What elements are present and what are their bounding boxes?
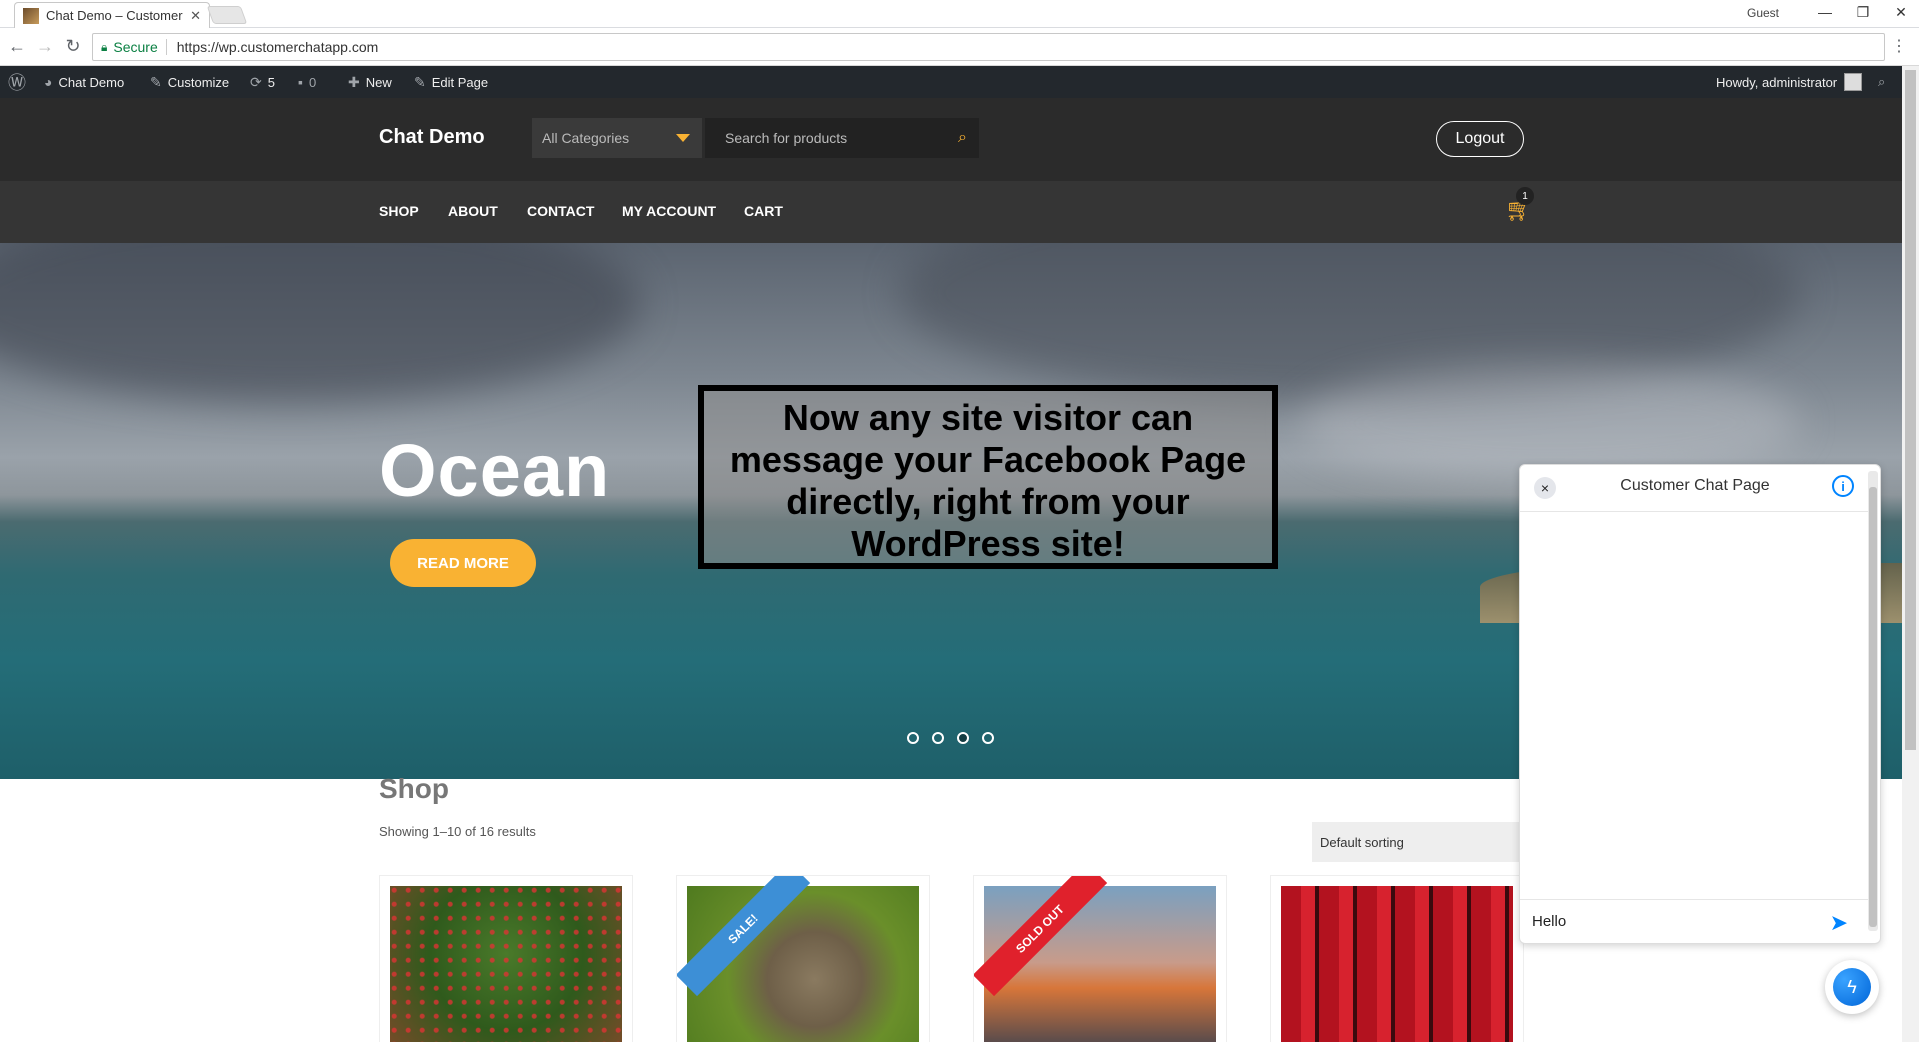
wordpress-logo-icon[interactable]: Ⓦ [8,66,26,98]
brush-icon: ✎ [150,73,162,90]
admin-customize-label: Customize [167,74,230,90]
main-menu: SHOP ABOUT CONTACT MY ACCOUNT CART 🛒︎ 1 [0,181,1902,243]
site-header: Chat Demo All Categories Search for prod… [0,98,1902,181]
product-card[interactable]: SALE! [676,875,930,1042]
admin-customize[interactable]: ✎ Customize [150,66,229,98]
slider-dot[interactable] [932,732,944,744]
hero-title: Ocean [379,429,611,512]
product-image-apple-tree[interactable] [390,886,622,1042]
browser-menu-icon[interactable]: ⋮ [1891,36,1907,56]
logout-button[interactable]: Logout [1436,121,1524,157]
sort-select[interactable]: Default sorting [1312,822,1522,862]
minimize-icon[interactable]: — [1815,4,1835,20]
result-count: Showing 1–10 of 16 results [379,824,536,839]
product-card[interactable] [379,875,633,1042]
send-icon[interactable]: ➤ [1830,910,1848,936]
messenger-launcher-button[interactable]: ϟ [1825,960,1879,1014]
page-scrollbar[interactable] [1902,66,1919,1042]
updates-count: 5 [267,74,275,90]
menu-item-contact[interactable]: CONTACT [527,203,594,219]
admin-site-name-label: Chat Demo [58,74,125,90]
product-image-cola-bottles[interactable] [1281,886,1513,1042]
chat-message-area [1520,511,1870,899]
updates-icon: ⟳ [250,73,262,90]
admin-comments[interactable]: ▪ 0 [298,66,316,98]
window-close-icon[interactable]: ✕ [1891,4,1911,21]
category-select[interactable]: All Categories [532,118,702,158]
address-separator [165,39,167,55]
messenger-icon: ϟ [1833,968,1871,1006]
sort-select-value: Default sorting [1320,834,1404,850]
avatar [1844,73,1863,91]
shop-title: Shop [379,773,449,804]
chat-scrollbar-thumb[interactable] [1869,487,1877,927]
cart-count-badge: 1 [1516,187,1534,205]
secure-label: Secure [113,39,158,55]
admin-new-label: New [365,74,392,90]
admin-site-name[interactable]: ◕ Chat Demo [44,66,124,98]
browser-tab-title: Chat Demo – Customer C [46,8,187,23]
cloud-shape [0,243,640,403]
announcement-overlay: Now any site visitor can message your Fa… [698,385,1278,569]
slider-dot[interactable] [907,732,919,744]
forward-icon[interactable]: → [34,36,56,57]
chat-input-value: Hello [1532,913,1567,930]
menu-item-cart[interactable]: CART [744,203,783,219]
slider-dot-active[interactable] [957,732,969,744]
customer-chat-window: × Customer Chat Page i Hello ➤ [1519,464,1881,944]
lock-icon: 🔒︎ [101,39,108,54]
menu-item-about[interactable]: ABOUT [448,203,498,219]
search-placeholder: Search for products [725,130,848,146]
howdy-label: Howdy, administrator [1716,74,1838,90]
url-text[interactable]: https://wp.customerchatapp.com [177,39,379,55]
tab-close-icon[interactable]: ✕ [190,8,201,24]
admin-account[interactable]: Howdy, administrator [1716,66,1863,98]
page-scrollbar-thumb[interactable] [1905,70,1916,750]
dashboard-icon: ◕ [44,74,53,90]
menu-item-shop[interactable]: SHOP [379,203,419,219]
address-bar[interactable]: 🔒︎ Secure https://wp.customerchatapp.com [92,33,1885,61]
pencil-icon: ✎ [414,73,426,90]
wp-admin-bar: Ⓦ ◕ Chat Demo ✎ Customize ⟳ 5 ▪ 0 ✚ New … [0,66,1902,98]
chevron-down-icon [676,134,690,142]
admin-search-icon[interactable]: ⌕ [1878,66,1885,98]
read-more-button[interactable]: READ MORE [390,539,536,587]
category-select-value: All Categories [542,130,630,146]
admin-edit-page-label: Edit Page [431,74,489,90]
browser-tab-strip: Chat Demo – Customer C ✕ Guest — ❐ ✕ [0,0,1919,28]
admin-edit-page[interactable]: ✎ Edit Page [414,66,488,98]
product-card[interactable] [1270,875,1524,1042]
search-icon[interactable]: ⌕ [958,129,967,147]
chat-message-input[interactable]: Hello [1520,899,1870,943]
restore-icon[interactable]: ❐ [1853,4,1873,21]
browser-toolbar: ← → ↻ 🔒︎ Secure https://wp.customerchata… [0,28,1919,66]
product-search-input[interactable]: Search for products ⌕ [705,118,979,158]
admin-updates[interactable]: ⟳ 5 [250,66,275,98]
comment-icon: ▪ [298,74,303,90]
menu-item-my-account[interactable]: MY ACCOUNT [622,203,716,219]
new-tab-button[interactable] [206,6,248,24]
comments-count: 0 [308,74,317,90]
chat-scrollbar[interactable] [1868,471,1878,931]
slider-pagination [907,732,1007,744]
site-logo[interactable]: Chat Demo [379,126,485,149]
admin-new[interactable]: ✚ New [348,66,392,98]
back-icon[interactable]: ← [6,36,28,57]
reload-icon[interactable]: ↻ [62,36,84,57]
browser-tab[interactable]: Chat Demo – Customer C ✕ [14,2,210,28]
profile-label[interactable]: Guest [1747,6,1779,20]
info-icon[interactable]: i [1832,475,1854,497]
chat-title: Customer Chat Page [1620,477,1770,494]
slider-dot[interactable] [982,732,994,744]
site-favicon-icon [23,7,39,24]
product-card[interactable]: SOLD OUT [973,875,1227,1042]
plus-icon: ✚ [348,73,360,90]
